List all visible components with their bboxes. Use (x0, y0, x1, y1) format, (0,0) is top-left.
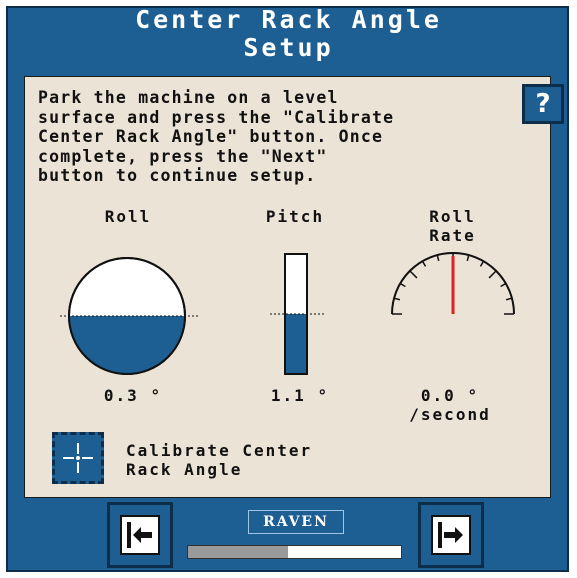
pitch-gauge (270, 253, 324, 375)
back-arrow-icon (127, 522, 152, 548)
roll-rate-tick (421, 260, 427, 267)
raven-logo: RAVEN (248, 510, 344, 534)
roll-rate-tick (505, 297, 513, 301)
roll-rate-tick (500, 282, 507, 288)
back-button[interactable] (107, 502, 173, 568)
roll-rate-tick (466, 254, 470, 262)
instructions-text: Park the machine on a level surface and … (38, 88, 395, 185)
roll-rate-gauge (391, 252, 515, 315)
progress-fill (188, 546, 289, 558)
next-button-face (431, 515, 471, 555)
roll-label: Roll (104, 207, 152, 226)
calibrate-center-rack-angle-button[interactable] (52, 432, 104, 484)
next-arrow-icon (438, 522, 463, 548)
back-button-face (120, 515, 160, 555)
setup-progress-bar (187, 545, 402, 559)
title-line-2: Setup (243, 33, 334, 62)
pitch-level-fill (286, 314, 306, 373)
help-button[interactable]: ? (522, 84, 564, 124)
roll-rate-tick (393, 297, 401, 301)
roll-gauge (60, 257, 200, 375)
roll-value: 0.3 ° (103, 386, 163, 405)
roll-level-fill (69, 316, 185, 374)
next-button[interactable] (418, 502, 484, 568)
roll-rate-value: 0.0 ° /second (409, 386, 491, 424)
pitch-label: Pitch (265, 207, 325, 226)
roll-rate-tick (488, 270, 497, 279)
crosshair-icon (63, 443, 93, 473)
roll-rate-tick (409, 270, 418, 279)
page-title: Center Rack Angle Setup (0, 6, 577, 62)
pitch-value: 1.1 ° (270, 386, 330, 405)
calibrate-label: Calibrate Center Rack Angle (126, 441, 313, 479)
title-line-1: Center Rack Angle (135, 5, 442, 34)
roll-rate-tick (479, 260, 485, 267)
roll-rate-tick (436, 254, 440, 262)
roll-rate-label: Roll Rate (429, 207, 476, 245)
roll-rate-tick (399, 282, 406, 288)
